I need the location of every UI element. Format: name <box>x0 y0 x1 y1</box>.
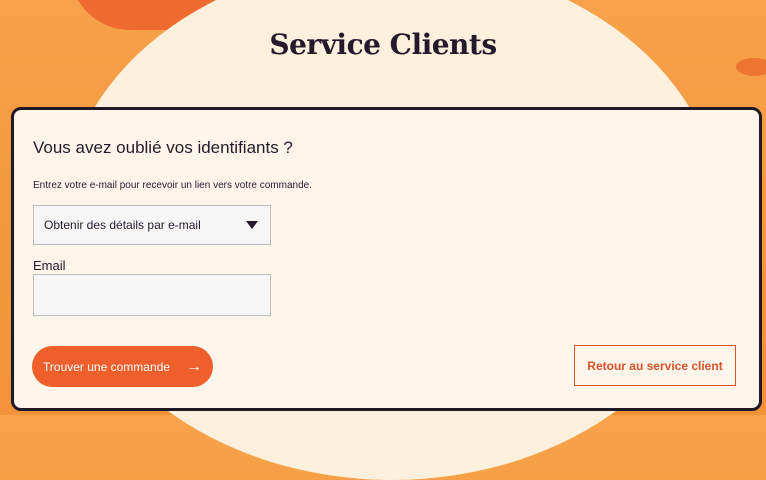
caret-down-icon <box>246 221 258 229</box>
find-order-button-label: Trouver une commande <box>43 359 170 374</box>
card-heading: Vous avez oublié vos identifiants ? <box>33 138 293 157</box>
arrow-right-icon: → <box>185 357 202 375</box>
card-description: Entrez votre e-mail pour recevoir un lie… <box>33 180 313 191</box>
forgot-credentials-card: Vous avez oublié vos identifiants ? Entr… <box>11 107 762 411</box>
email-label: Email <box>33 258 66 273</box>
back-to-service-button[interactable]: Retour au service client <box>574 345 736 386</box>
select-value: Obtenir des détails par e-mail <box>44 218 201 232</box>
page-title: Service Clients <box>269 28 497 61</box>
email-input[interactable] <box>33 274 271 316</box>
retrieval-method-select[interactable]: Obtenir des détails par e-mail <box>33 205 271 245</box>
find-order-button[interactable]: Trouver une commande → <box>32 346 213 387</box>
